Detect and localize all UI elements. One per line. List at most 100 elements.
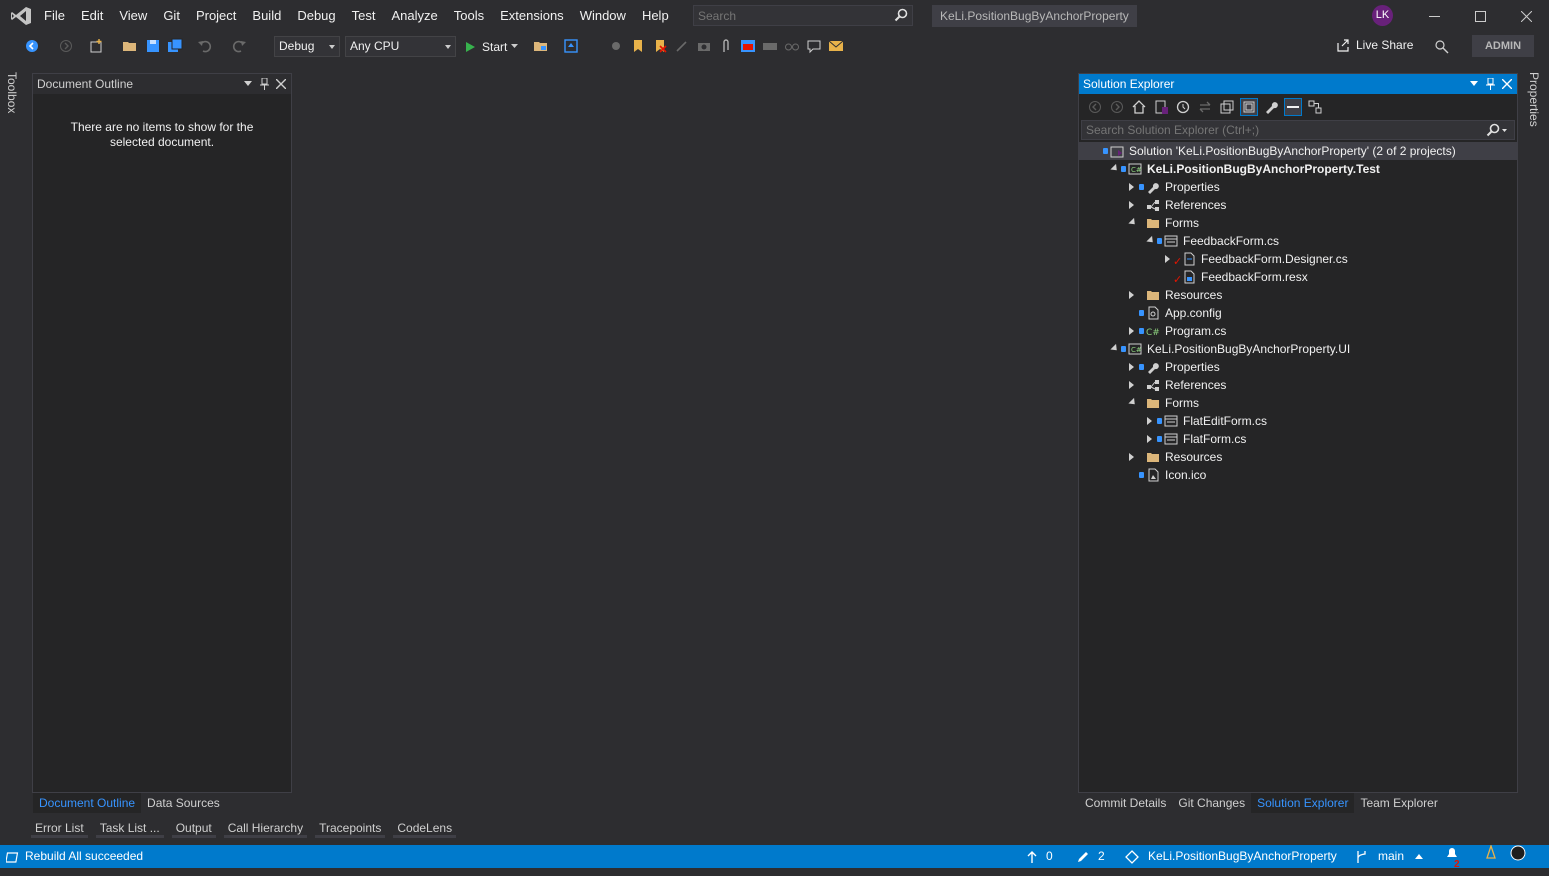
save-all-icon[interactable] — [167, 38, 183, 54]
tree-item-references[interactable]: References — [1079, 196, 1517, 214]
tab-document-outline[interactable]: Document Outline — [33, 793, 142, 813]
expand-arrow-icon[interactable] — [1129, 327, 1134, 335]
tree-item-properties[interactable]: Properties — [1079, 178, 1517, 196]
menu-file[interactable]: File — [36, 0, 73, 32]
expand-arrow-icon[interactable] — [1129, 183, 1134, 191]
tree-item-feedbackform-cs[interactable]: FeedbackForm.cs — [1079, 232, 1517, 250]
home-icon[interactable] — [1131, 99, 1147, 115]
notifications-button[interactable]: 2 — [1444, 845, 1460, 870]
account-avatar[interactable]: LK — [1372, 5, 1393, 26]
expand-arrow-icon[interactable] — [1129, 291, 1134, 299]
collapse-all-icon[interactable] — [1219, 99, 1235, 115]
tree-item-keli-positionbugbyanchorproperty-ui[interactable]: C# KeLi.PositionBugByAnchorProperty.UI — [1079, 340, 1517, 358]
tree-item-resources[interactable]: Resources — [1079, 448, 1517, 466]
camera-icon[interactable] — [696, 38, 712, 54]
window-layout-icon[interactable] — [740, 38, 756, 54]
tree-item-icon-ico[interactable]: Icon.ico — [1079, 466, 1517, 484]
collapse-arrow-icon[interactable] — [1146, 235, 1156, 246]
search-icon[interactable] — [894, 8, 908, 22]
tree-item-flatform-cs[interactable]: FlatForm.cs — [1079, 430, 1517, 448]
navigate-back-icon[interactable] — [24, 38, 40, 54]
show-all-files-icon[interactable] — [1240, 98, 1258, 116]
solution-explorer-search[interactable] — [1081, 120, 1515, 140]
menu-git[interactable]: Git — [155, 0, 188, 32]
pending-changes-filter-icon[interactable] — [1175, 99, 1191, 115]
expand-arrow-icon[interactable] — [1129, 363, 1134, 371]
glasses-icon[interactable] — [784, 38, 800, 54]
browse-folder-icon[interactable] — [533, 38, 549, 54]
class-view-icon[interactable] — [1307, 99, 1323, 115]
tree-item-app-config[interactable]: App.config — [1079, 304, 1517, 322]
clear-bookmarks-icon[interactable] — [652, 38, 668, 54]
tab-solution-explorer[interactable]: Solution Explorer — [1251, 793, 1355, 813]
properties-wrench-icon[interactable] — [1263, 99, 1279, 115]
new-project-icon[interactable] — [88, 38, 104, 54]
menu-extensions[interactable]: Extensions — [492, 0, 572, 32]
collapse-arrow-icon[interactable] — [1128, 217, 1138, 228]
open-folder-icon[interactable] — [122, 38, 138, 54]
expand-arrow-icon[interactable] — [1129, 453, 1134, 461]
menu-analyze[interactable]: Analyze — [383, 0, 445, 32]
collapse-arrow-icon[interactable] — [1128, 397, 1138, 408]
tab-git-changes[interactable]: Git Changes — [1172, 793, 1251, 813]
menu-build[interactable]: Build — [244, 0, 289, 32]
tree-item-feedbackform-designer-cs[interactable]: ✓ FeedbackForm.Designer.cs — [1079, 250, 1517, 268]
save-icon[interactable] — [145, 38, 161, 54]
attach-icon[interactable] — [718, 38, 734, 54]
preview-selected-items-icon[interactable] — [1284, 98, 1302, 116]
tree-item-program-cs[interactable]: C# Program.cs — [1079, 322, 1517, 340]
tab-codelens[interactable]: CodeLens — [393, 818, 457, 838]
back-icon[interactable] — [1087, 99, 1103, 115]
global-search-box[interactable] — [693, 5, 913, 26]
tree-item-resources[interactable]: Resources — [1079, 286, 1517, 304]
tab-error-list[interactable]: Error List — [31, 818, 88, 838]
pin-icon[interactable] — [260, 78, 269, 90]
collapse-arrow-icon[interactable] — [1110, 343, 1120, 354]
minimize-button[interactable] — [1411, 0, 1457, 32]
tree-item-flateditform-cs[interactable]: FlatEditForm.cs — [1079, 412, 1517, 430]
tree-item-references[interactable]: References — [1079, 376, 1517, 394]
tree-item-forms[interactable]: Forms — [1079, 214, 1517, 232]
expand-arrow-icon[interactable] — [1147, 417, 1152, 425]
tree-item-feedbackform-resx[interactable]: ✓ FeedbackForm.resx — [1079, 268, 1517, 286]
publish-icon[interactable] — [563, 38, 579, 54]
live-share-button[interactable]: Live Share — [1336, 38, 1413, 52]
keyboard-icon[interactable] — [762, 38, 778, 54]
menu-help[interactable]: Help — [634, 0, 677, 32]
menu-edit[interactable]: Edit — [73, 0, 111, 32]
global-search-input[interactable] — [694, 6, 882, 25]
expand-arrow-icon[interactable] — [1147, 435, 1152, 443]
mail-icon[interactable] — [828, 38, 844, 54]
tab-tracepoints[interactable]: Tracepoints — [315, 818, 386, 838]
switch-views-icon[interactable] — [1153, 99, 1169, 115]
bookmark-icon[interactable] — [630, 38, 646, 54]
menu-test[interactable]: Test — [344, 0, 384, 32]
collapse-arrow-icon[interactable] — [1110, 163, 1120, 174]
sync-icon[interactable] — [1197, 99, 1213, 115]
git-lock-button[interactable] — [1484, 845, 1498, 859]
pane-options-icon[interactable] — [1470, 81, 1478, 86]
user-status-button[interactable] — [1510, 845, 1526, 861]
tab-output[interactable]: Output — [171, 818, 216, 838]
menu-tools[interactable]: Tools — [446, 0, 492, 32]
tree-item-forms[interactable]: Forms — [1079, 394, 1517, 412]
pane-options-icon[interactable] — [244, 81, 252, 86]
unpushed-commits[interactable]: 0 — [1027, 845, 1053, 868]
toggle-breakpoint-icon[interactable] — [608, 38, 624, 54]
tab-call-hierarchy[interactable]: Call Hierarchy — [223, 818, 308, 838]
branch-selector[interactable]: main — [1355, 845, 1424, 868]
expand-arrow-icon[interactable] — [1129, 381, 1134, 389]
navigate-forward-icon[interactable] — [58, 38, 74, 54]
comment-icon[interactable] — [806, 38, 822, 54]
expand-arrow-icon[interactable] — [1129, 201, 1134, 209]
repository-selector[interactable]: KeLi.PositionBugByAnchorProperty — [1125, 845, 1337, 868]
wand-icon[interactable] — [674, 38, 690, 54]
tab-data-sources[interactable]: Data Sources — [141, 793, 226, 813]
redo-icon[interactable] — [231, 38, 247, 54]
search-icon[interactable] — [1486, 123, 1508, 137]
tab-commit-details[interactable]: Commit Details — [1079, 793, 1172, 813]
close-window-button[interactable] — [1503, 0, 1549, 32]
close-icon[interactable] — [276, 79, 286, 89]
tab-task-list[interactable]: Task List ... — [95, 818, 164, 838]
tree-item-keli-positionbugbyanchorproperty-test[interactable]: C# KeLi.PositionBugByAnchorProperty.Test — [1079, 160, 1517, 178]
